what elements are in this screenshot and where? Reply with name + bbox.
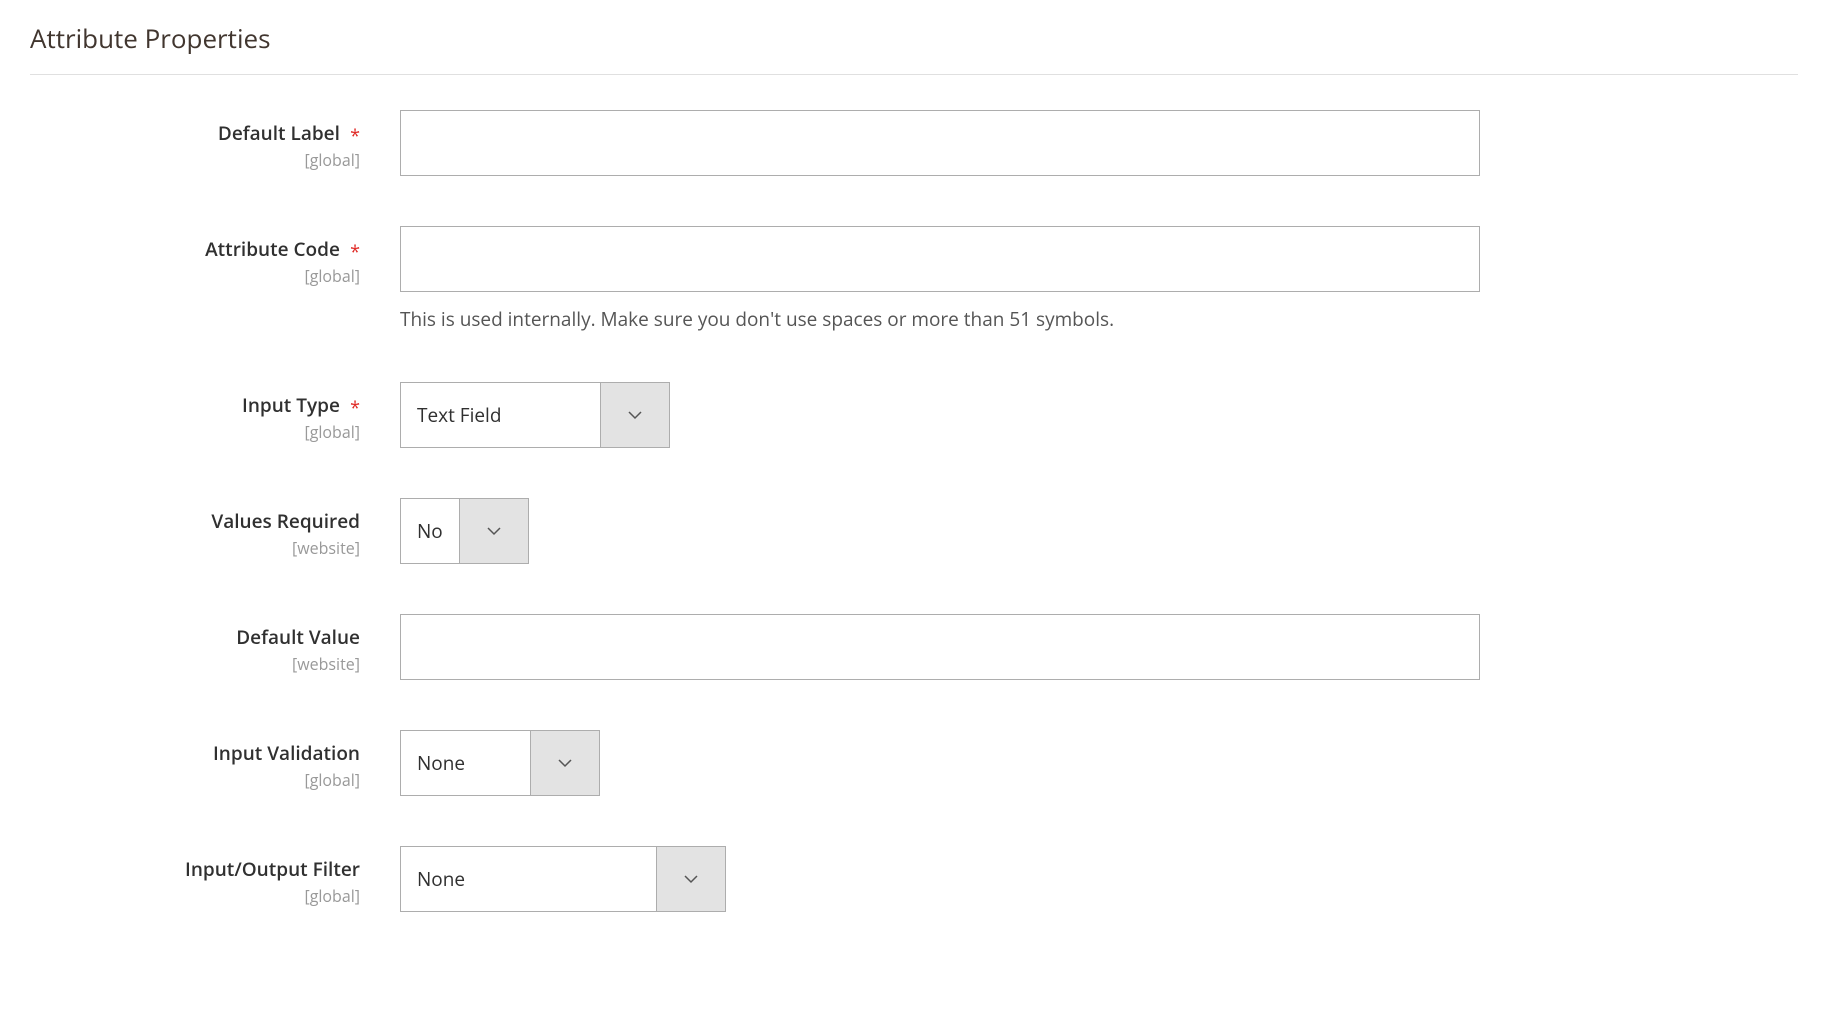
input-container bbox=[400, 110, 1480, 176]
label-container: Input Validation [global] bbox=[30, 730, 400, 791]
input-container bbox=[400, 614, 1480, 680]
input-validation-select[interactable]: None bbox=[400, 730, 600, 796]
required-icon: * bbox=[350, 124, 360, 148]
scope-label: [website] bbox=[30, 653, 360, 675]
label-container: Values Required [website] bbox=[30, 498, 400, 559]
values-required-select[interactable]: No bbox=[400, 498, 529, 564]
chevron-down-icon bbox=[601, 383, 669, 447]
values-required-label: Values Required bbox=[211, 508, 360, 534]
scope-label: [global] bbox=[30, 421, 360, 443]
field-input-validation: Input Validation [global] None bbox=[30, 730, 1798, 796]
field-io-filter: Input/Output Filter [global] None bbox=[30, 846, 1798, 912]
scope-label: [global] bbox=[30, 885, 360, 907]
select-value: None bbox=[401, 731, 531, 795]
label-container: Default Value [website] bbox=[30, 614, 400, 675]
attribute-code-note: This is used internally. Make sure you d… bbox=[400, 306, 1480, 332]
default-label-input[interactable] bbox=[400, 110, 1480, 176]
default-label-label: Default Label bbox=[218, 120, 340, 146]
field-default-value: Default Value [website] bbox=[30, 614, 1798, 680]
select-value: Text Field bbox=[401, 383, 601, 447]
input-container: None bbox=[400, 846, 1480, 912]
input-container: Text Field bbox=[400, 382, 1480, 448]
io-filter-select[interactable]: None bbox=[400, 846, 726, 912]
chevron-down-icon bbox=[531, 731, 599, 795]
field-values-required: Values Required [website] No bbox=[30, 498, 1798, 564]
scope-label: [global] bbox=[30, 769, 360, 791]
label-container: Attribute Code * [global] bbox=[30, 226, 400, 287]
required-icon: * bbox=[350, 240, 360, 264]
section-title: Attribute Properties bbox=[30, 20, 1798, 75]
default-value-input[interactable] bbox=[400, 614, 1480, 680]
chevron-down-icon bbox=[460, 499, 528, 563]
input-type-label: Input Type bbox=[242, 392, 340, 418]
select-value: None bbox=[401, 847, 657, 911]
select-value: No bbox=[401, 499, 460, 563]
input-type-select[interactable]: Text Field bbox=[400, 382, 670, 448]
field-attribute-code: Attribute Code * [global] This is used i… bbox=[30, 226, 1798, 332]
input-container: No bbox=[400, 498, 1480, 564]
input-validation-label: Input Validation bbox=[213, 740, 360, 766]
field-default-label: Default Label * [global] bbox=[30, 110, 1798, 176]
attribute-code-label: Attribute Code bbox=[205, 236, 340, 262]
input-container: This is used internally. Make sure you d… bbox=[400, 226, 1480, 332]
label-container: Input Type * [global] bbox=[30, 382, 400, 443]
chevron-down-icon bbox=[657, 847, 725, 911]
scope-label: [website] bbox=[30, 537, 360, 559]
scope-label: [global] bbox=[30, 265, 360, 287]
default-value-label: Default Value bbox=[236, 624, 360, 650]
scope-label: [global] bbox=[30, 149, 360, 171]
label-container: Input/Output Filter [global] bbox=[30, 846, 400, 907]
label-container: Default Label * [global] bbox=[30, 110, 400, 171]
attribute-code-input[interactable] bbox=[400, 226, 1480, 292]
attribute-form: Default Label * [global] Attribute Code … bbox=[30, 110, 1798, 912]
required-icon: * bbox=[350, 396, 360, 420]
input-container: None bbox=[400, 730, 1480, 796]
io-filter-label: Input/Output Filter bbox=[185, 856, 360, 882]
field-input-type: Input Type * [global] Text Field bbox=[30, 382, 1798, 448]
